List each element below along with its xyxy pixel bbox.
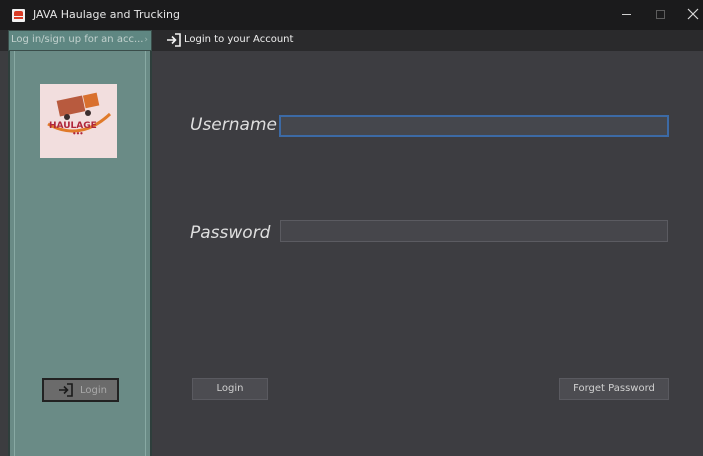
title-bar: JAVA Haulage and Trucking [0, 0, 703, 30]
password-input[interactable] [280, 220, 668, 242]
close-icon [687, 8, 699, 20]
forget-password-button[interactable]: Forget Password [559, 378, 669, 400]
tab-login-account[interactable]: Login to your Account [152, 30, 312, 51]
tab-login-signup[interactable]: Log in/sign up for an acc... › [8, 30, 152, 51]
maximize-icon [655, 10, 665, 19]
tab-login-signup-label: Log in/sign up for an acc... [11, 34, 144, 45]
sidebar-login-label: Login [80, 385, 107, 396]
window-title: JAVA Haulage and Trucking [33, 8, 180, 21]
maximize-button[interactable] [650, 5, 670, 23]
tab-edge-icon: › [144, 35, 148, 45]
svg-text:● ● ●: ● ● ● [73, 131, 83, 135]
java-app-icon [12, 9, 25, 22]
tab-login-account-label: Login to your Account [184, 34, 294, 45]
username-input[interactable] [279, 115, 669, 137]
sidebar-login-button[interactable]: Login [42, 378, 119, 402]
login-arrow-icon [167, 33, 181, 47]
login-button[interactable]: Login [192, 378, 268, 400]
truck-logo-icon: HAULAGE ● ● ● [47, 92, 112, 135]
logo-text: HAULAGE [49, 121, 97, 131]
close-button[interactable] [683, 5, 703, 23]
password-label: Password [190, 223, 271, 243]
username-label: Username [190, 115, 277, 135]
login-arrow-icon [59, 383, 73, 397]
minimize-icon [621, 14, 631, 15]
minimize-button[interactable] [616, 5, 636, 23]
haulage-logo: HAULAGE ● ● ● [40, 84, 117, 158]
